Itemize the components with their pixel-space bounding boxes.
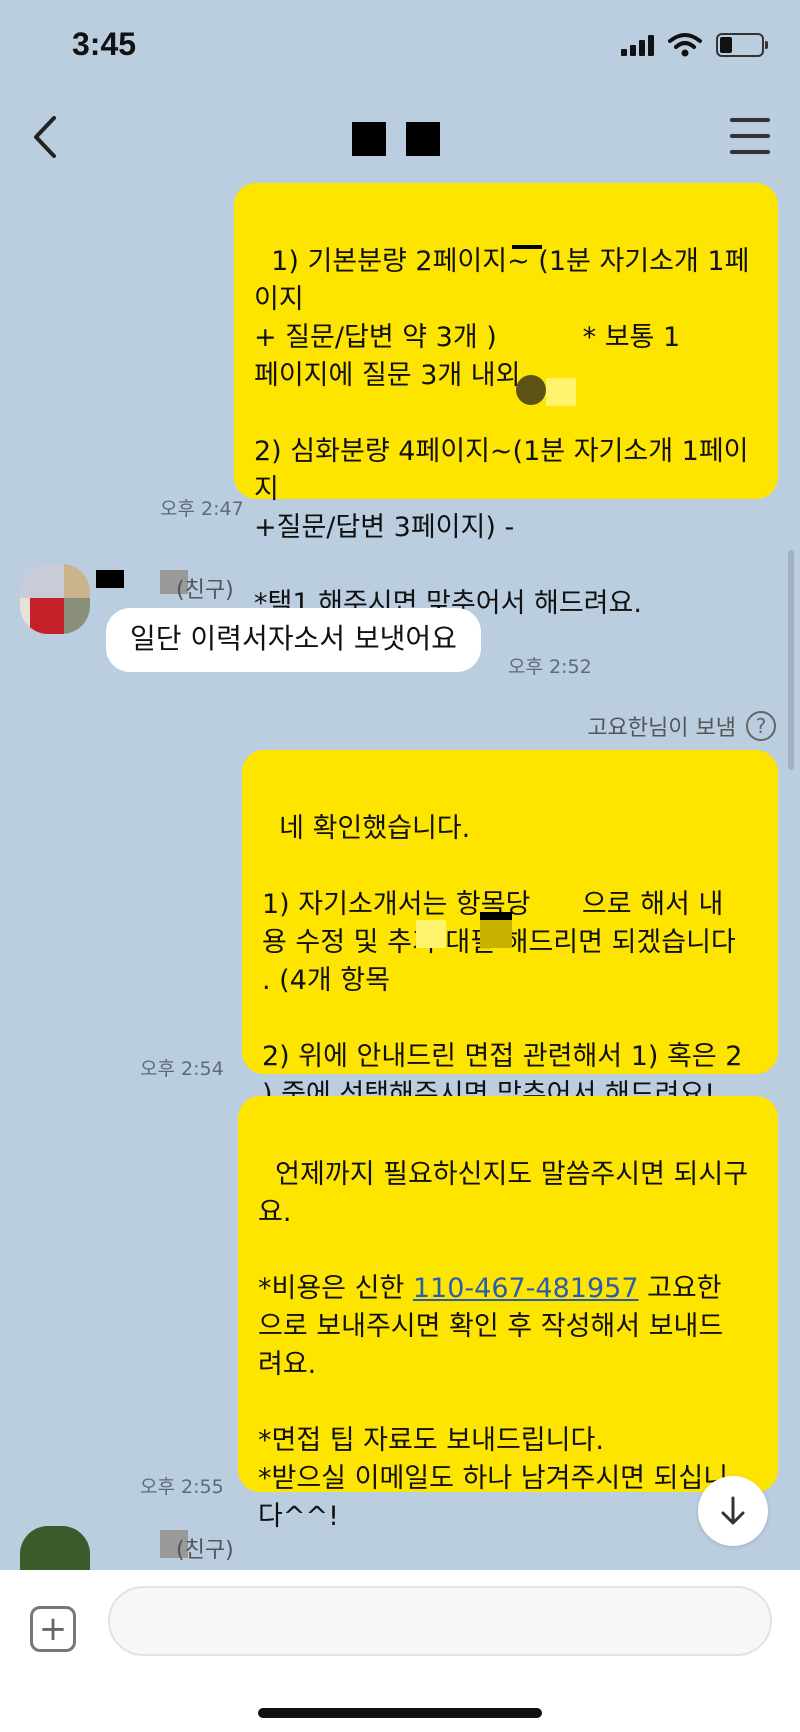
redaction-mark [546,378,576,406]
sender-name: (친구) [176,578,234,603]
redaction-mark [516,375,546,405]
menu-icon-bar [730,118,770,122]
message-bubble-outgoing[interactable]: 언제까지 필요하신지도 말씀주시면 되시구 요. *비용은 신한 110-467… [238,1096,778,1532]
message-bubble-incoming[interactable]: 일단 이력서자소서 보냇어요 [106,608,481,672]
message-time: 오후 2:52 [508,656,592,678]
battery-icon [716,33,768,57]
home-indicator [258,1708,542,1718]
redaction-mark [96,570,124,588]
message-text: 일단 이력서자소서 보냇어요 [130,622,457,655]
redaction-mark [416,920,446,948]
message-text: 1) 기본분량 2페이지~ (1분 자기소개 1페이지 + 질문/답변 약 3개… [254,246,750,619]
account-number-link[interactable]: 110-467-481957 [413,1273,639,1304]
plus-icon: + [38,1609,68,1649]
message-time: 오후 2:47 [160,498,244,520]
attach-button[interactable]: + [30,1606,76,1652]
message-text: 네 확인했습니다. 1) 자기소개서는 항목당 으로 해서 내 용 수정 및 추… [262,813,743,1110]
message-bubble-outgoing[interactable]: 1) 기본분량 2페이지~ (1분 자기소개 1페이지 + 질문/답변 약 3개… [234,183,778,619]
redaction-mark [480,920,512,948]
arrow-down-icon [721,1496,745,1525]
help-icon[interactable]: ? [746,711,776,741]
sent-by-text: 고요한님이 보냄 [587,716,736,741]
back-button[interactable] [22,112,72,162]
menu-icon-bar [730,134,770,138]
message-text: 고요한 으로 보내주시면 확인 후 작성해서 보내드 려요. *면접 팁 자료도… [258,1273,729,1532]
message-input[interactable] [108,1586,772,1656]
chat-title [352,122,440,156]
status-time: 3:45 [72,26,137,62]
message-input-bar: + [0,1570,800,1732]
battery-level [720,37,732,53]
redaction-block [406,122,440,156]
sent-by-label: 고요한님이 보냄 ? [587,710,776,742]
signal-icon [621,34,654,56]
sender-name: (친구) [176,1538,234,1563]
chevron-left-icon [34,116,56,158]
message-time: 오후 2:54 [140,1058,224,1080]
wifi-icon [668,33,702,57]
avatar[interactable] [20,564,90,634]
scrollbar[interactable] [788,550,794,770]
menu-icon-bar [730,150,770,154]
status-bar: 3:45 [0,0,800,90]
redaction-block [352,122,386,156]
redaction-mark [480,912,512,920]
redaction-mark [512,245,542,249]
menu-button[interactable] [730,118,770,154]
scroll-to-bottom-button[interactable] [698,1476,768,1546]
message-time: 오후 2:55 [140,1476,224,1498]
status-icons [621,32,768,58]
chat-header [0,100,800,180]
